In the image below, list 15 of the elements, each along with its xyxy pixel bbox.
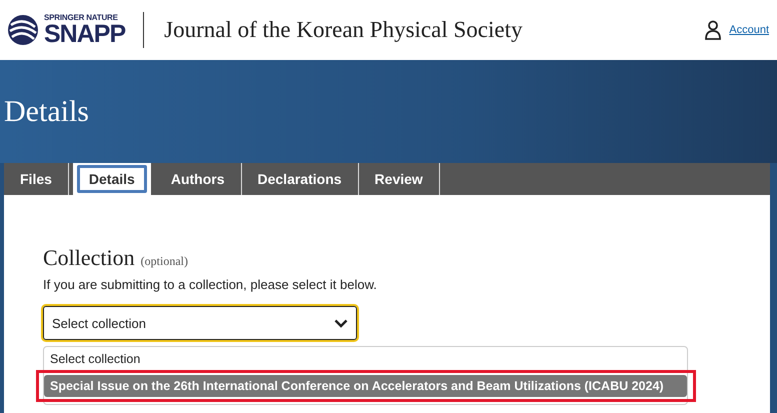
section-heading: Collection — [43, 245, 135, 271]
collection-select[interactable]: Select collection — [43, 306, 357, 340]
section-description: If you are submitting to a collection, please select it below. — [43, 277, 378, 292]
tab[interactable]: Details — [72, 163, 151, 195]
dropdown-option[interactable]: Select collection — [44, 348, 687, 370]
globe-logo-icon — [6, 13, 40, 47]
account-link[interactable]: Account — [729, 24, 769, 36]
brand-tagline: SPRINGER NATURE — [44, 14, 119, 22]
brand-name: SNAPP — [44, 22, 126, 46]
dropdown-option[interactable]: Special Issue on the 26th International Conference on Accelerators and Beam Utilizations (ICABU 2024) — [44, 375, 687, 397]
user-icon[interactable] — [705, 20, 722, 40]
optional-hint: (optional) — [140, 254, 188, 269]
page-title: Details — [4, 94, 89, 128]
chevron-down-icon — [334, 318, 348, 328]
journal-title: Journal of the Korean Physical Society — [164, 17, 522, 43]
